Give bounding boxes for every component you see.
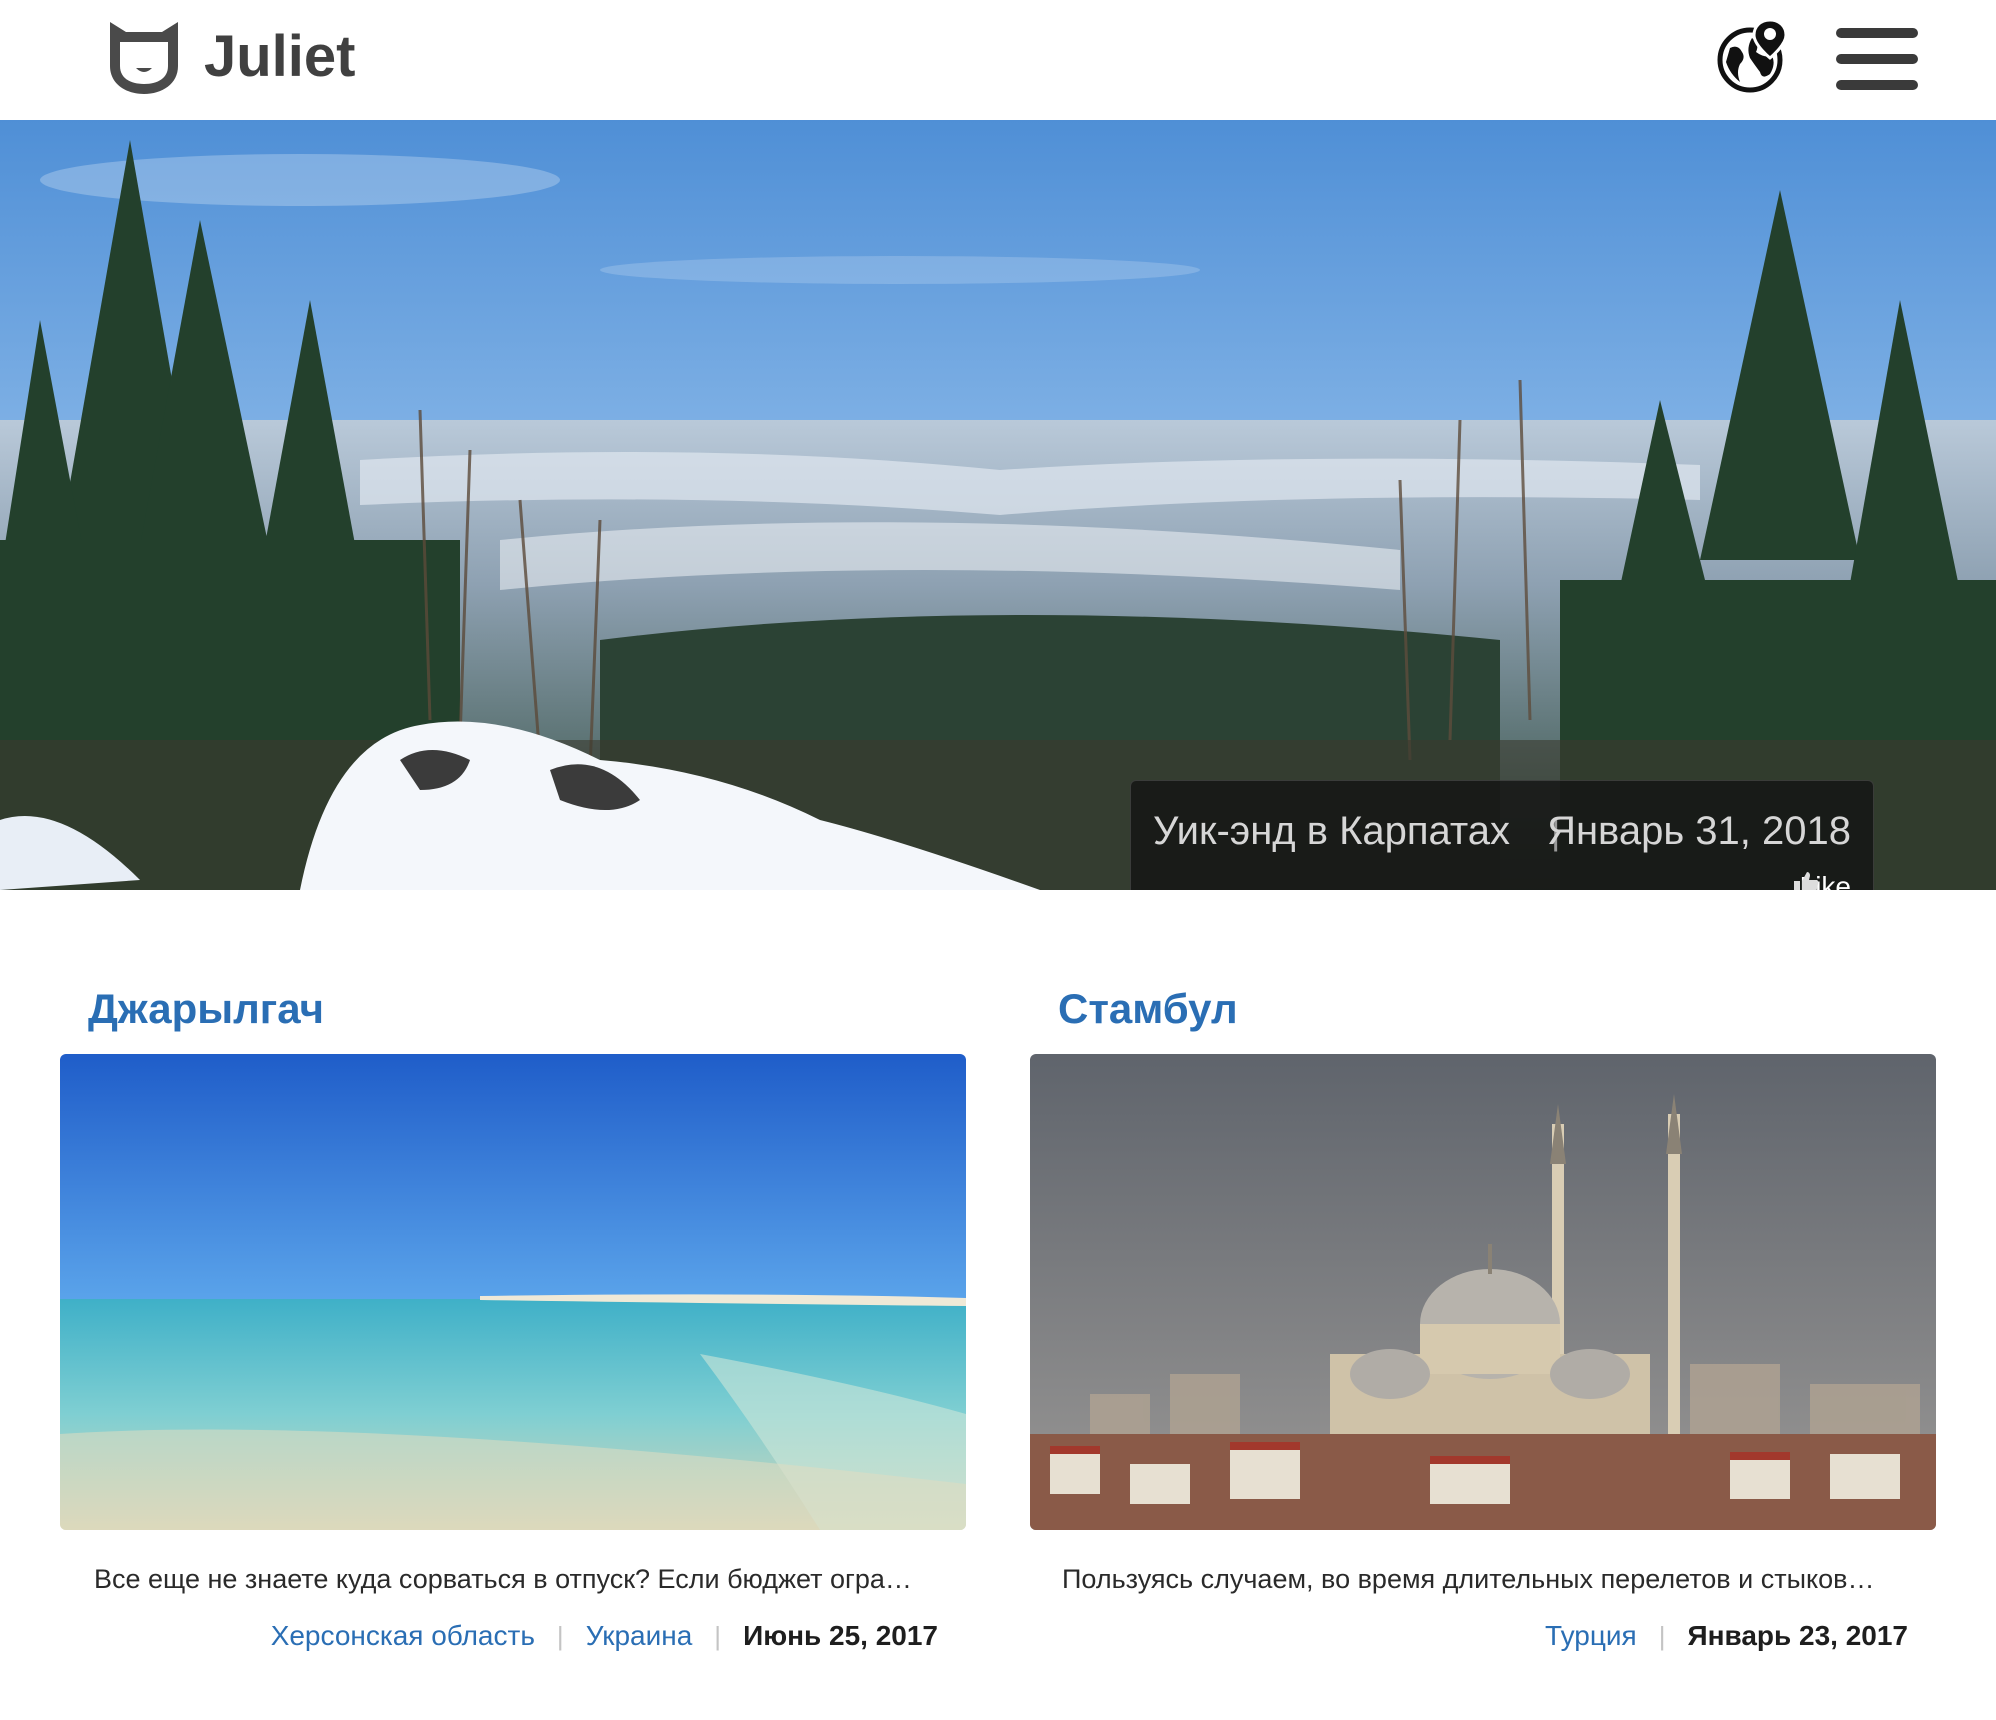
post-image[interactable] xyxy=(60,1054,966,1530)
cat-shield-icon[interactable] xyxy=(104,18,184,98)
post-excerpt: Все еще не знаете куда сорваться в отпус… xyxy=(94,1564,912,1594)
like-button[interactable]: Like xyxy=(1792,869,1851,890)
post-excerpt: Пользуясь случаем, во время длительных п… xyxy=(1062,1564,1875,1594)
hero-title[interactable]: Уик-энд в Карпатах xyxy=(1153,809,1510,854)
meta-separator: | xyxy=(714,1620,722,1651)
brand-name[interactable]: Juliet xyxy=(204,22,356,92)
post-meta: Херсонская область | Украина | Июнь 25, … xyxy=(271,1620,938,1652)
post-image[interactable] xyxy=(1030,1054,1936,1530)
tag-link[interactable]: Турция xyxy=(1545,1620,1637,1652)
mosque-photo xyxy=(1030,1054,1936,1530)
site-header: Juliet xyxy=(0,0,1996,120)
post-title[interactable]: Джарылгач xyxy=(88,984,324,1034)
tag-link[interactable]: Украина xyxy=(586,1620,693,1652)
post-date: Январь 23, 2017 xyxy=(1687,1620,1908,1651)
globe-pin-icon[interactable] xyxy=(1716,18,1792,94)
hamburger-menu-icon[interactable] xyxy=(1836,28,1918,90)
post-date: Июнь 25, 2017 xyxy=(743,1620,938,1651)
post-title[interactable]: Стамбул xyxy=(1058,984,1238,1034)
meta-separator: | xyxy=(556,1620,564,1651)
beach-photo xyxy=(60,1054,966,1530)
post-meta: Турция | Январь 23, 2017 xyxy=(1545,1620,1908,1652)
meta-separator: | xyxy=(1658,1620,1666,1651)
hero-banner[interactable]: Уик-энд в Карпатах | Январь 31, 2018 Lik… xyxy=(0,120,1996,890)
hero-photo xyxy=(0,120,1996,890)
hero-caption: Уик-энд в Карпатах | Январь 31, 2018 Lik… xyxy=(1130,780,1874,890)
hero-date: Январь 31, 2018 xyxy=(1547,809,1851,853)
tag-link[interactable]: Херсонская область xyxy=(271,1620,535,1652)
